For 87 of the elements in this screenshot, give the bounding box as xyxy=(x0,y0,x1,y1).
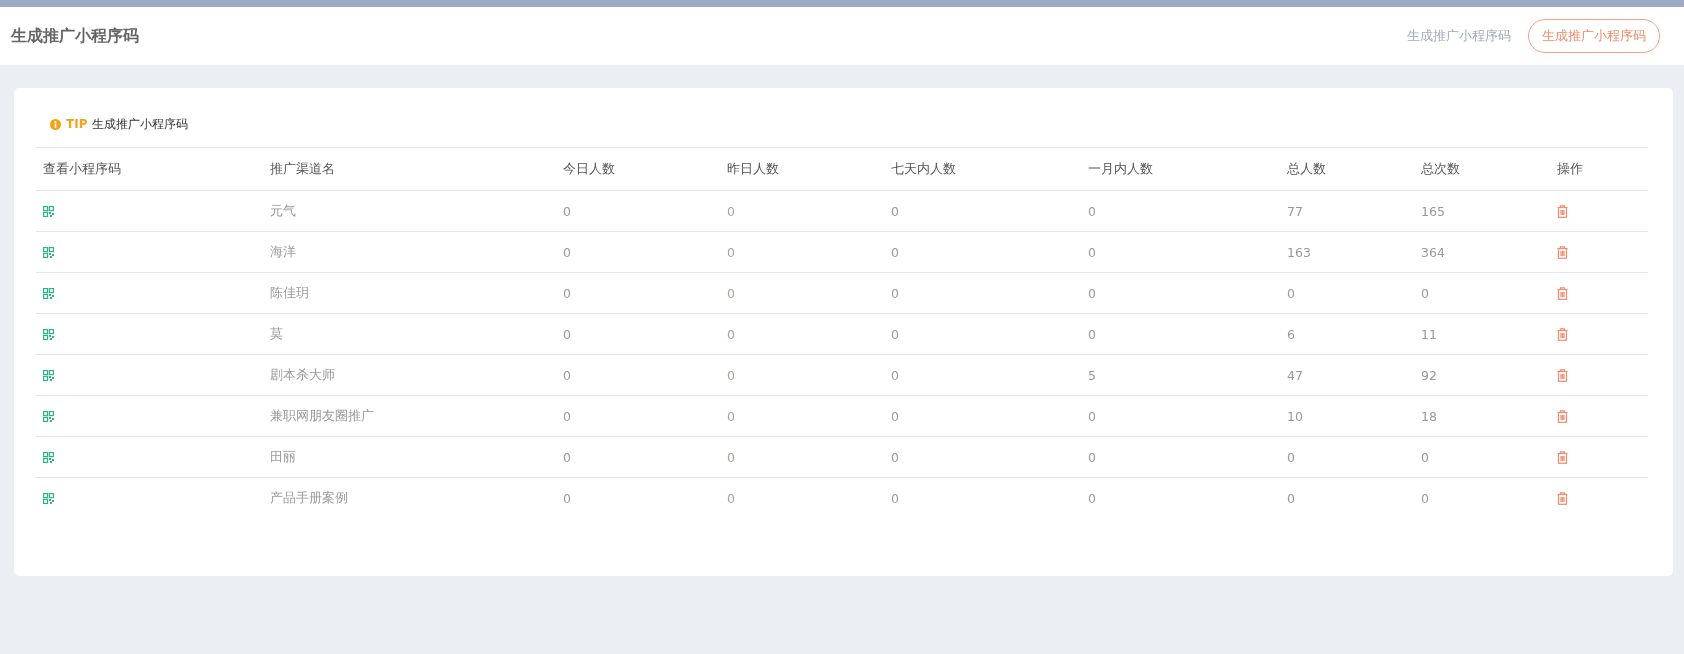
qr-code-icon[interactable] xyxy=(43,205,54,217)
table-cell: 0 xyxy=(563,408,571,424)
column-header: 一月内人数 xyxy=(1088,160,1154,178)
channel-name: 兼职网朋友圈推广 xyxy=(270,407,374,425)
table-cell: 0 xyxy=(1287,449,1295,465)
table-cell: 0 xyxy=(563,326,571,342)
table-cell: 47 xyxy=(1287,367,1303,383)
qr-code-icon[interactable] xyxy=(43,246,54,258)
table-cell: 0 xyxy=(563,490,571,506)
column-header: 昨日人数 xyxy=(727,160,780,178)
qr-code-icon[interactable] xyxy=(43,369,54,381)
table-cell: 0 xyxy=(1287,490,1295,506)
table-cell: 0 xyxy=(891,367,899,383)
table-cell: 0 xyxy=(1088,244,1096,260)
column-header: 今日人数 xyxy=(563,160,616,178)
column-header: 推广渠道名 xyxy=(270,160,336,178)
page-title: 生成推广小程序码 xyxy=(11,25,139,47)
table-cell: 364 xyxy=(1421,244,1445,260)
info-icon xyxy=(50,118,61,130)
trash-icon[interactable] xyxy=(1557,204,1568,218)
table-cell: 0 xyxy=(727,244,735,260)
qr-code-icon[interactable] xyxy=(43,451,54,463)
tip-label: TIP xyxy=(66,117,88,131)
channel-name: 陈佳玥 xyxy=(270,284,309,302)
table-cell: 0 xyxy=(727,408,735,424)
table-cell: 11 xyxy=(1421,326,1437,342)
table-cell: 92 xyxy=(1421,367,1437,383)
table-cell: 0 xyxy=(563,449,571,465)
generate-button[interactable]: 生成推广小程序码 xyxy=(1528,19,1660,53)
table-cell: 0 xyxy=(891,285,899,301)
qr-code-icon[interactable] xyxy=(43,410,54,422)
channel-name: 莫 xyxy=(270,325,283,343)
column-header: 总次数 xyxy=(1421,160,1461,178)
table-cell: 0 xyxy=(891,449,899,465)
trash-icon[interactable] xyxy=(1557,491,1568,505)
table-cell: 0 xyxy=(891,244,899,260)
column-header: 查看小程序码 xyxy=(43,160,122,178)
trash-icon[interactable] xyxy=(1557,409,1568,423)
table-cell: 0 xyxy=(563,244,571,260)
table-cell: 0 xyxy=(891,408,899,424)
table-cell: 0 xyxy=(891,326,899,342)
column-header: 七天内人数 xyxy=(891,160,957,178)
table-cell: 0 xyxy=(727,203,735,219)
table-cell: 18 xyxy=(1421,408,1437,424)
trash-icon[interactable] xyxy=(1557,245,1568,259)
table-cell: 0 xyxy=(563,367,571,383)
generate-link[interactable]: 生成推广小程序码 xyxy=(1407,27,1511,45)
table-cell: 0 xyxy=(1088,408,1096,424)
qr-code-icon[interactable] xyxy=(43,492,54,504)
table-cell: 0 xyxy=(891,203,899,219)
table-cell: 5 xyxy=(1088,367,1096,383)
table-cell: 0 xyxy=(1088,490,1096,506)
table-cell: 0 xyxy=(727,285,735,301)
table-cell: 6 xyxy=(1287,326,1295,342)
channel-name: 产品手册案例 xyxy=(270,489,348,507)
trash-icon[interactable] xyxy=(1557,368,1568,382)
table-cell: 77 xyxy=(1287,203,1303,219)
trash-icon[interactable] xyxy=(1557,327,1568,341)
table-cell: 0 xyxy=(727,449,735,465)
channel-name: 剧本杀大师 xyxy=(270,366,335,384)
tip-text: 生成推广小程序码 xyxy=(92,115,189,133)
table-cell: 165 xyxy=(1421,203,1445,219)
table-cell: 0 xyxy=(1421,449,1429,465)
trash-icon[interactable] xyxy=(1557,450,1568,464)
table-cell: 0 xyxy=(1287,285,1295,301)
qr-code-icon[interactable] xyxy=(43,287,54,299)
column-header: 总人数 xyxy=(1287,160,1327,178)
channel-name: 田丽 xyxy=(270,448,296,466)
table-cell: 0 xyxy=(1421,490,1429,506)
table-cell: 0 xyxy=(727,490,735,506)
table-cell: 0 xyxy=(1421,285,1429,301)
qr-code-icon[interactable] xyxy=(43,328,54,340)
table-cell: 0 xyxy=(563,203,571,219)
column-header: 操作 xyxy=(1557,160,1584,178)
table-cell: 0 xyxy=(891,490,899,506)
trash-icon[interactable] xyxy=(1557,286,1568,300)
table-cell: 0 xyxy=(1088,326,1096,342)
table-cell: 0 xyxy=(727,367,735,383)
table-cell: 163 xyxy=(1287,244,1311,260)
table-cell: 0 xyxy=(1088,449,1096,465)
table-cell: 0 xyxy=(1088,203,1096,219)
table-cell: 0 xyxy=(1088,285,1096,301)
channel-name: 元气 xyxy=(270,202,296,220)
table-cell: 0 xyxy=(727,326,735,342)
channel-name: 海洋 xyxy=(270,243,296,261)
table-cell: 10 xyxy=(1287,408,1303,424)
table-cell: 0 xyxy=(563,285,571,301)
